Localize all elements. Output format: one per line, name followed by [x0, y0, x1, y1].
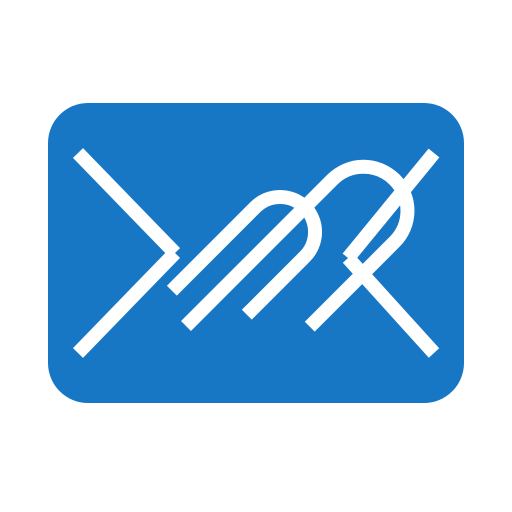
icon-canvas: [0, 0, 512, 512]
mail-attachment-icon: [48, 103, 464, 403]
